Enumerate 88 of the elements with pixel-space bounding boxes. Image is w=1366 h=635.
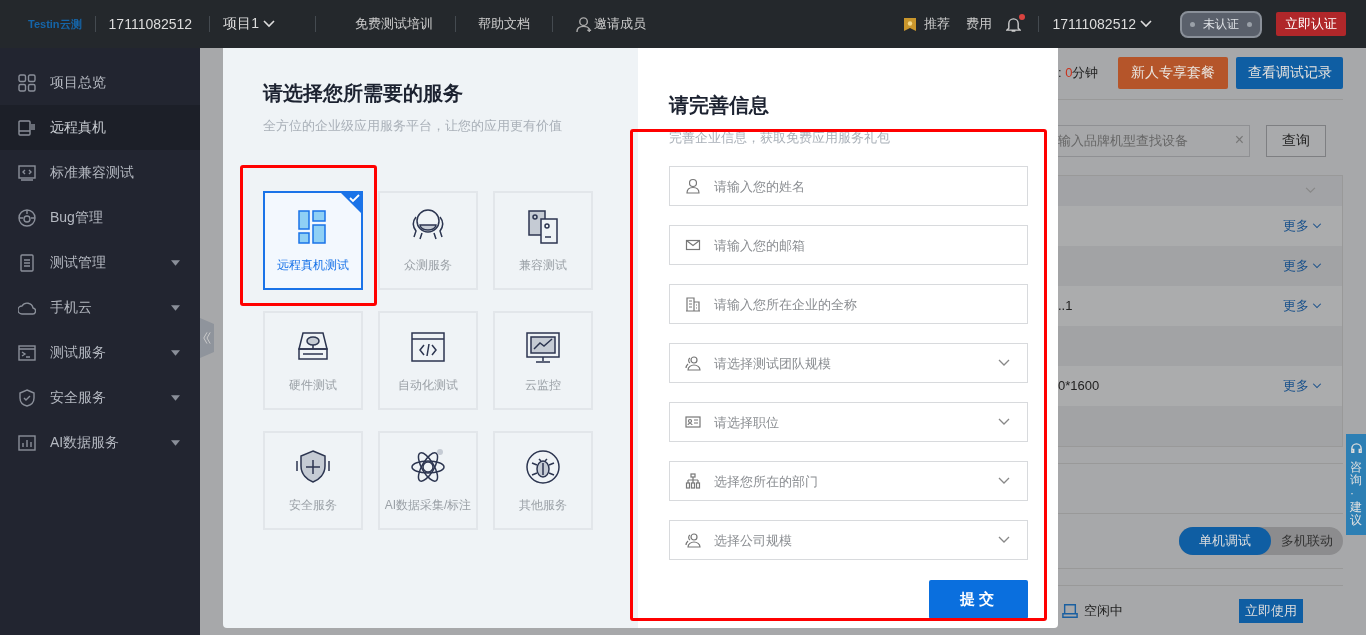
project-dropdown[interactable]: 项目1 — [223, 15, 275, 33]
grid-icon — [18, 73, 36, 92]
sidebar-item[interactable]: 远程真机 — [0, 105, 200, 150]
chevron-icon — [1312, 382, 1322, 389]
debug-log-button[interactable]: 查看调试记录 — [1236, 57, 1343, 90]
chevron-icon — [1312, 262, 1322, 269]
seat-icon — [1062, 602, 1078, 619]
submit-button[interactable]: 提交 — [929, 580, 1028, 619]
sidebar-label: 测试管理 — [50, 253, 107, 272]
caret-icon — [171, 394, 180, 401]
sidebar-label: 手机云 — [50, 298, 93, 317]
bug-icon — [523, 447, 563, 487]
sidebar-label: Bug管理 — [50, 208, 104, 227]
headset-icon — [1349, 442, 1363, 455]
bar-chart-icon — [18, 433, 36, 452]
medal-icon — [904, 17, 917, 31]
recommend-link[interactable]: 推荐 — [924, 15, 951, 33]
chevron-icon — [998, 536, 1010, 544]
account-id: 17111082512 — [108, 16, 193, 32]
input-field[interactable]: 请输入您的姓名 — [669, 166, 1028, 206]
select-field[interactable]: 选择公司规模 — [669, 520, 1028, 560]
terminal-icon — [18, 343, 36, 362]
input-field[interactable]: 请输入您的邮箱 — [669, 225, 1028, 265]
user-dropdown[interactable]: 17111082512 — [1052, 16, 1152, 32]
use-button[interactable]: 立即使用 — [1239, 598, 1303, 623]
sidebar-label: 远程真机 — [50, 118, 107, 137]
chevron-icon — [262, 20, 275, 28]
nav-link[interactable]: 帮助文档 — [477, 15, 530, 33]
sidebar-item[interactable]: Bug管理 — [0, 195, 200, 240]
sidebar-label: 标准兼容测试 — [50, 163, 135, 182]
sidebar-label: 安全服务 — [50, 388, 107, 407]
sidebar-item[interactable]: 项目总览 — [0, 60, 200, 105]
feedback-tab[interactable]: 咨询·建议 — [1346, 434, 1366, 535]
sidebar-item[interactable]: 测试管理 — [0, 240, 200, 285]
sidebar-label: 项目总览 — [50, 73, 107, 92]
table-cell: 0*1600 — [1058, 378, 1100, 394]
panel-title: 请选择您所需要的服务 — [263, 81, 464, 106]
select-field[interactable]: 请选择职位 — [669, 402, 1028, 442]
bug-icon — [18, 208, 36, 227]
shield-icon — [18, 388, 36, 407]
sidebar-item[interactable]: 标准兼容测试 — [0, 150, 200, 195]
caret-icon — [171, 304, 180, 311]
fees-link[interactable]: 费用 — [966, 15, 993, 33]
sidebar-item[interactable]: 测试服务 — [0, 330, 200, 375]
table-cell: ..1 — [1058, 298, 1073, 314]
sidebar-item[interactable]: AI数据服务 — [0, 420, 200, 465]
double-chevron-icon — [203, 331, 211, 345]
panel-subtitle: 全方位的企业级应用服务平台，让您的应用更有价值 — [263, 117, 563, 135]
more-link[interactable]: 更多 — [1283, 256, 1322, 275]
more-link[interactable]: 更多 — [1283, 296, 1322, 315]
form-subtitle: 完善企业信息，获取免费应用服务礼包 — [669, 129, 891, 147]
caret-icon — [171, 439, 180, 446]
bell-icon[interactable] — [1006, 15, 1022, 33]
caret-icon — [171, 259, 180, 266]
select-field[interactable]: 选择您所在的部门 — [669, 461, 1028, 501]
certify-button[interactable]: 立即认证 — [1276, 12, 1346, 36]
sidebar-label: AI数据服务 — [50, 433, 121, 452]
user-add-icon[interactable] — [575, 15, 593, 33]
package-button[interactable]: 新人专享套餐 — [1118, 57, 1228, 90]
check-corner-icon — [340, 192, 362, 214]
caret-icon — [171, 349, 180, 356]
chevron-icon — [998, 477, 1010, 485]
document-icon — [18, 253, 36, 272]
sidebar-item[interactable]: 手机云 — [0, 285, 200, 330]
tablet-icon — [18, 118, 36, 137]
nav-link[interactable]: 免费测试培训 — [354, 15, 433, 33]
sidebar-item[interactable]: 安全服务 — [0, 375, 200, 420]
chevron-icon — [998, 418, 1010, 426]
invite-link[interactable]: 邀请成员 — [593, 15, 646, 33]
form-title: 请完善信息 — [669, 93, 770, 118]
remaining-time: : 0分钟 — [1058, 64, 1100, 83]
chevron-icon — [998, 359, 1010, 367]
chevron-icon — [1140, 20, 1152, 28]
mode-tab[interactable]: 单机调试 — [1179, 526, 1271, 555]
select-field[interactable]: 请选择测试团队规模 — [669, 343, 1028, 383]
service-card[interactable]: 远程真机测试 — [263, 191, 363, 290]
chevron-icon — [1312, 302, 1322, 309]
mode-tab[interactable]: 多机联动 — [1271, 526, 1343, 555]
input-field[interactable]: 请输入您所在企业的全称 — [669, 284, 1028, 324]
chevron-icon — [1312, 222, 1322, 229]
more-link[interactable]: 更多 — [1283, 376, 1322, 395]
code-window-icon — [18, 163, 36, 182]
query-button[interactable]: 查询 — [1266, 124, 1326, 157]
more-link[interactable]: 更多 — [1283, 216, 1322, 235]
status-badge: 未认证 — [1180, 10, 1262, 38]
sidebar-label: 测试服务 — [50, 343, 107, 362]
device-status: 空闲中 — [1084, 601, 1123, 620]
logo: Testin云测 — [28, 16, 82, 32]
